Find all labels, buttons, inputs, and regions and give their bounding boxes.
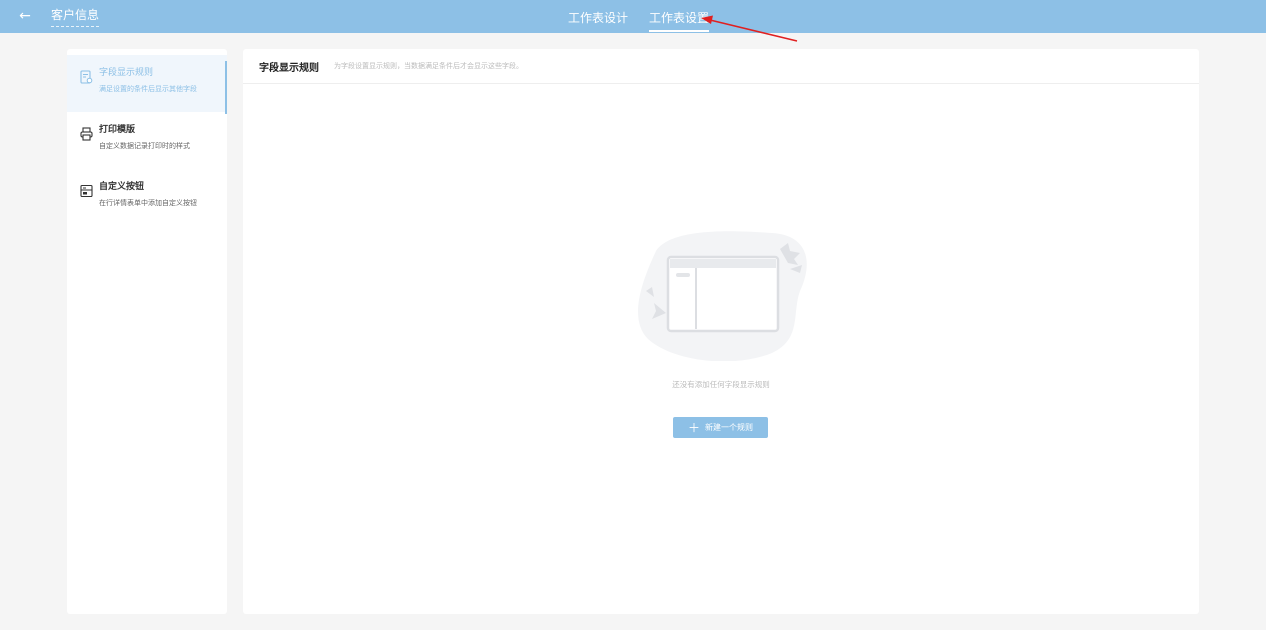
sidebar-item-subtitle: 自定义数据记录打印时的样式 bbox=[99, 142, 190, 150]
new-rule-button-label: 新建一个规则 bbox=[705, 423, 753, 432]
sidebar-item-title: 自定义按钮 bbox=[99, 182, 145, 192]
panel-description: 为字段设置显示规则，当数据满足条件后才会显示这些字段。 bbox=[334, 62, 523, 70]
sidebar-item-field-display-rules[interactable]: 字段显示规则 满足设置的条件后显示其他字段 bbox=[67, 55, 227, 114]
settings-sidebar: 字段显示规则 满足设置的条件后显示其他字段 打印模版 自定义数据记录打印时的样式… bbox=[67, 49, 227, 614]
plus-icon: ＋ bbox=[687, 420, 700, 435]
new-rule-button[interactable]: ＋ 新建一个规则 bbox=[673, 417, 768, 438]
custom-button-icon bbox=[80, 184, 93, 198]
sidebar-item-subtitle: 满足设置的条件后显示其他字段 bbox=[99, 85, 197, 93]
printer-icon bbox=[80, 127, 93, 141]
worksheet-title[interactable]: 客户信息 bbox=[51, 8, 100, 27]
empty-state-illustration bbox=[638, 231, 807, 361]
sidebar-item-print-template[interactable]: 打印模版 自定义数据记录打印时的样式 bbox=[67, 112, 227, 169]
panel-title: 字段显示规则 bbox=[259, 62, 319, 74]
sidebar-item-title: 打印模版 bbox=[99, 125, 136, 135]
field-rules-panel: 字段显示规则 为字段设置显示规则，当数据满足条件后才会显示这些字段。 还没有添加… bbox=[243, 49, 1199, 614]
top-bar: ← 客户信息 工作表设计 工作表设置 bbox=[0, 0, 1266, 33]
panel-header: 字段显示规则 为字段设置显示规则，当数据满足条件后才会显示这些字段。 bbox=[243, 49, 1199, 84]
sidebar-item-custom-buttons[interactable]: 自定义按钮 在行详情表单中添加自定义按钮 bbox=[67, 169, 227, 226]
back-arrow-icon[interactable]: ← bbox=[16, 7, 34, 25]
sidebar-item-subtitle: 在行详情表单中添加自定义按钮 bbox=[99, 199, 197, 207]
field-rule-icon bbox=[80, 70, 93, 84]
sidebar-item-title: 字段显示规则 bbox=[99, 68, 154, 78]
empty-state-text: 还没有添加任何字段显示规则 bbox=[672, 380, 770, 389]
tab-worksheet-design[interactable]: 工作表设计 bbox=[568, 0, 628, 33]
annotation-arrow-icon bbox=[701, 15, 798, 42]
